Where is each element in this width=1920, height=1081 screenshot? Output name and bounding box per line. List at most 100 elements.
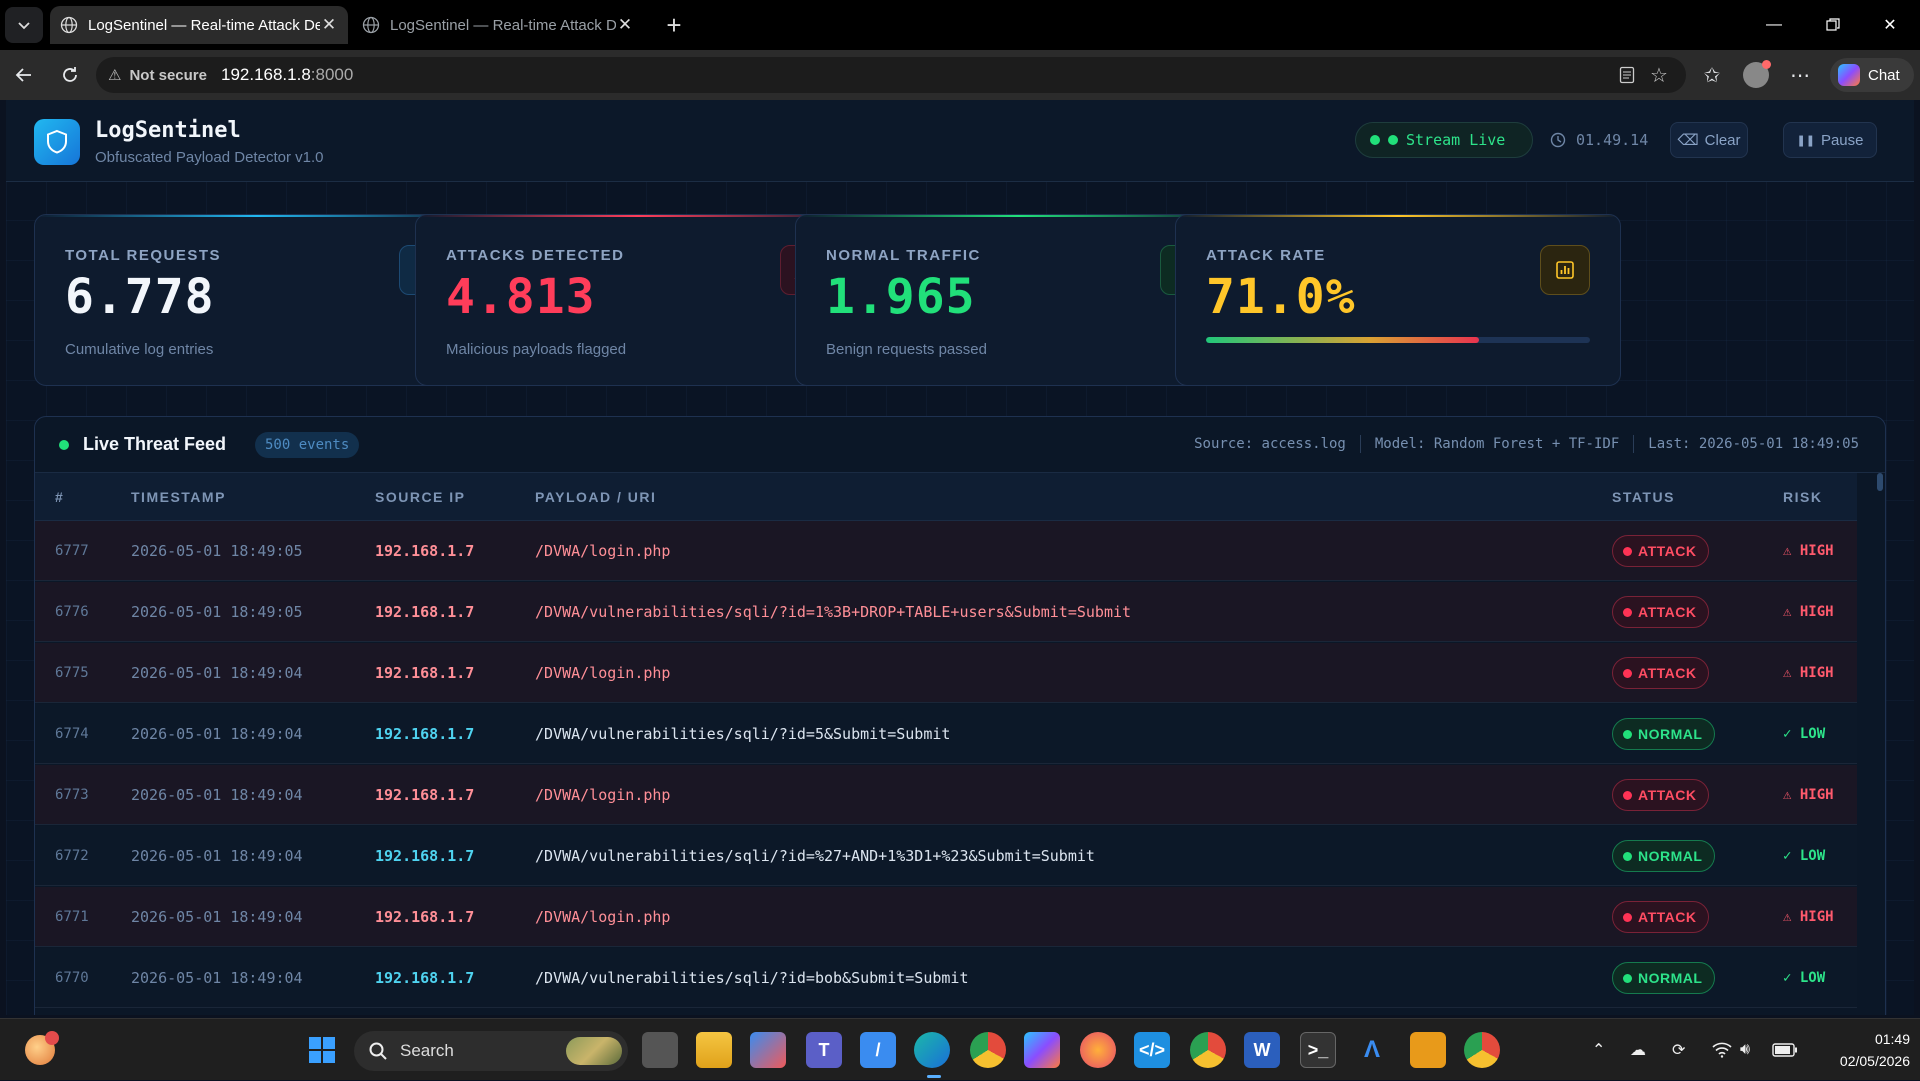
status-dot-icon xyxy=(1623,790,1632,800)
status-dot-icon xyxy=(1388,135,1398,145)
start-icon[interactable] xyxy=(304,1032,340,1068)
clear-button[interactable]: ⌫ Clear xyxy=(1670,122,1748,158)
maximize-button[interactable] xyxy=(1813,10,1853,40)
logo xyxy=(34,119,80,165)
pause-button[interactable]: ❚❚ Pause xyxy=(1783,122,1877,158)
row-timestamp: 2026-05-01 18:49:05 xyxy=(131,603,303,621)
status-badge: ATTACK xyxy=(1612,596,1710,628)
card-value: 71.0% xyxy=(1206,269,1356,325)
back-button[interactable] xyxy=(8,59,40,91)
status-badge: NORMAL xyxy=(1612,840,1716,872)
backspace-icon: ⌫ xyxy=(1677,132,1699,149)
tab-logsentinel-active[interactable]: LogSentinel — Real-time Attack De ✕ xyxy=(50,6,348,44)
store-icon[interactable] xyxy=(750,1032,786,1068)
column-header: SOURCE IP xyxy=(375,489,466,505)
wifi-icon[interactable] xyxy=(1712,1019,1732,1081)
app-subtitle: Obfuscated Payload Detector v1.0 xyxy=(95,149,324,166)
file-explorer-icon[interactable] xyxy=(696,1032,732,1068)
more-menu-button[interactable]: ⋯ xyxy=(1784,59,1816,91)
taskbar-search[interactable]: Search xyxy=(354,1031,628,1071)
stat-card-attack-rate: ATTACK RATE 71.0% xyxy=(1175,214,1621,386)
table-row[interactable]: 6775 2026-05-01 18:49:04 192.168.1.7/DVWA/… xyxy=(35,643,1857,703)
taskbar-date[interactable]: 02/05/2026 xyxy=(1810,1053,1910,1069)
row-source-ip: 192.168.1.7 xyxy=(375,542,475,560)
row-source-ip: 192.168.1.7 xyxy=(375,908,475,926)
row-timestamp: 2026-05-01 18:49:04 xyxy=(131,664,303,682)
taskbar-time[interactable]: 01:49 xyxy=(1810,1031,1910,1047)
row-risk: ✓ LOW xyxy=(1783,726,1826,742)
sync-icon[interactable]: ⟳ xyxy=(1672,1019,1685,1081)
search-label: Search xyxy=(400,1041,454,1060)
feed-header: Live Threat Feed 500 events Source: acce… xyxy=(35,417,1885,473)
chevron-down-icon xyxy=(18,22,30,30)
arch-icon[interactable]: Λ xyxy=(1354,1032,1390,1068)
onedrive-icon[interactable]: ☁ xyxy=(1630,1019,1646,1081)
reload-icon xyxy=(63,67,77,82)
chrome-badge-icon[interactable] xyxy=(1464,1032,1500,1068)
table-row[interactable]: 6772 2026-05-01 18:49:04 192.168.1.7/DVWA/… xyxy=(35,826,1857,886)
live-threat-feed: Live Threat Feed 500 events Source: acce… xyxy=(34,416,1886,1015)
close-icon: ✕ xyxy=(1883,17,1897,34)
plus-icon: + xyxy=(666,9,682,40)
copilot-icon[interactable] xyxy=(1024,1032,1060,1068)
minimize-button[interactable]: — xyxy=(1754,10,1794,40)
favorites-button[interactable]: ✩ xyxy=(1696,59,1728,91)
show-hidden-icons[interactable]: ⌃ xyxy=(1592,1019,1605,1081)
status-dot-icon xyxy=(1623,607,1632,617)
vscode-icon[interactable]: </> xyxy=(1134,1032,1170,1068)
table-row[interactable]: 6770 2026-05-01 18:49:04 192.168.1.7/DVWA/… xyxy=(35,948,1857,1008)
attack-rate-bar xyxy=(1206,337,1590,343)
scrollbar-thumb[interactable] xyxy=(1877,473,1883,491)
remote-desktop-icon[interactable] xyxy=(1410,1032,1446,1068)
tab-logsentinel[interactable]: LogSentinel — Real-time Attack De ✕ xyxy=(352,6,644,44)
feed-last: Last: 2026-05-01 18:49:05 xyxy=(1648,436,1859,452)
chrome-icon[interactable] xyxy=(970,1032,1006,1068)
stat-card-total-requests: TOTAL REQUESTS 6.778 Cumulative log entr… xyxy=(34,214,480,386)
firefox-icon[interactable] xyxy=(1080,1032,1116,1068)
close-window-button[interactable]: ✕ xyxy=(1870,10,1910,40)
minimize-icon: — xyxy=(1766,16,1782,33)
events-count-badge: 500 events xyxy=(255,432,360,458)
reader-mode-icon[interactable] xyxy=(1616,64,1638,86)
profile-button[interactable] xyxy=(1740,59,1772,91)
table-row[interactable]: 6771 2026-05-01 18:49:04 192.168.1.7/DVWA/… xyxy=(35,887,1857,947)
row-payload: /DVWA/login.php xyxy=(535,542,671,560)
card-label: TOTAL REQUESTS xyxy=(65,247,222,264)
row-number: 6770 xyxy=(55,970,89,986)
scrollbar[interactable] xyxy=(1857,473,1885,1015)
reload-button[interactable] xyxy=(54,59,86,91)
edge-icon[interactable] xyxy=(914,1032,950,1068)
volume-icon[interactable]: 🔊︎ xyxy=(1740,1019,1750,1081)
word-icon[interactable]: W xyxy=(1244,1032,1280,1068)
row-payload: /DVWA/vulnerabilities/sqli/?id=bob&Submi… xyxy=(535,969,969,987)
widgets-icon[interactable] xyxy=(22,1031,59,1068)
terminal-icon[interactable]: >_ xyxy=(1300,1032,1336,1068)
teams-icon[interactable]: T xyxy=(806,1032,842,1068)
live-dot-icon xyxy=(59,440,69,450)
battery-icon[interactable] xyxy=(1772,1019,1798,1081)
table-row[interactable]: 6774 2026-05-01 18:49:04 192.168.1.7/DVWA/… xyxy=(35,704,1857,764)
row-risk: ⚠ HIGH xyxy=(1783,543,1834,559)
table-row[interactable]: 6776 2026-05-01 18:49:05 192.168.1.7/DVWA/… xyxy=(35,582,1857,642)
app-icon[interactable]: / xyxy=(860,1032,896,1068)
task-view-icon[interactable] xyxy=(642,1032,678,1068)
star-icon[interactable]: ☆ xyxy=(1648,64,1670,87)
column-header: TIMESTAMP xyxy=(131,489,226,505)
copilot-chat-button[interactable]: Chat xyxy=(1830,58,1914,92)
close-icon[interactable]: ✕ xyxy=(616,15,634,35)
row-payload: /DVWA/login.php xyxy=(535,664,671,682)
row-timestamp: 2026-05-01 18:49:04 xyxy=(131,786,303,804)
chrome-profile-icon[interactable] xyxy=(1190,1032,1226,1068)
row-number: 6773 xyxy=(55,787,89,803)
status-dot-icon xyxy=(1623,851,1632,861)
close-icon[interactable]: ✕ xyxy=(320,15,338,35)
feed-source: Source: access.log xyxy=(1194,436,1346,452)
new-tab-button[interactable]: + xyxy=(658,9,690,41)
table-row[interactable]: 6773 2026-05-01 18:49:04 192.168.1.7/DVWA/… xyxy=(35,765,1857,825)
stream-status-pill: Stream Live xyxy=(1355,122,1533,158)
tab-search-button[interactable] xyxy=(5,7,43,43)
app-header: LogSentinel Obfuscated Payload Detector … xyxy=(6,100,1914,182)
table-row[interactable]: 6777 2026-05-01 18:49:05 192.168.1.7/DVWA/… xyxy=(35,521,1857,581)
address-bar[interactable]: ⚠ Not secure 192.168.1.8 :8000 ☆ xyxy=(96,57,1686,93)
stream-label: Stream Live xyxy=(1406,131,1506,149)
